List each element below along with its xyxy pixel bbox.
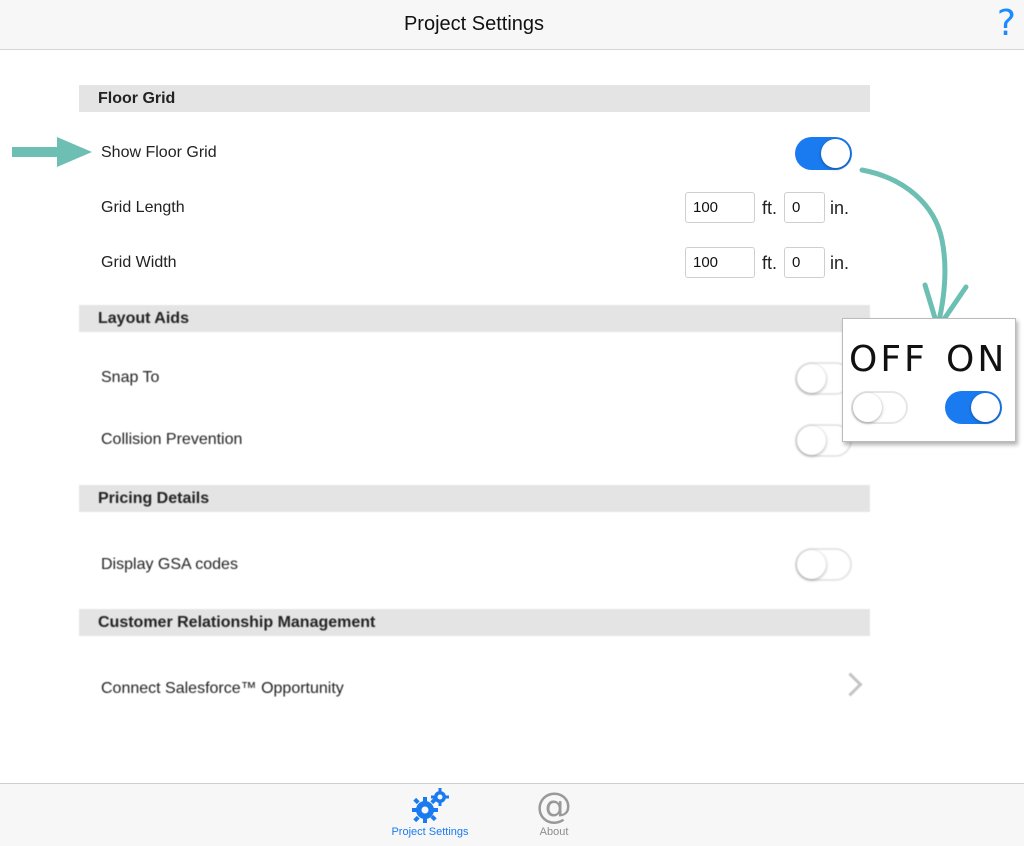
show-floor-grid-label: Show Floor Grid — [101, 144, 217, 161]
connect-salesforce-label[interactable]: Connect Salesforce™ Opportunity — [101, 680, 344, 698]
off-label: OFF — [849, 339, 928, 380]
chevron-right-icon[interactable] — [838, 672, 863, 697]
section-header-crm: Customer Relationship Management — [79, 609, 870, 636]
tab-project-settings[interactable]: Project Settings — [380, 784, 480, 844]
toggle-knob — [797, 426, 826, 455]
section-title: Layout Aids — [98, 310, 189, 327]
grid-length-label: Grid Length — [101, 199, 185, 216]
unit-feet-label: ft. — [762, 253, 778, 273]
toggle-knob — [853, 393, 882, 422]
snap-to-label: Snap To — [101, 369, 160, 386]
grid-length-feet-input[interactable] — [685, 192, 755, 223]
gears-icon — [412, 788, 449, 823]
toggle-knob — [797, 364, 826, 393]
show-floor-grid-toggle[interactable] — [795, 137, 852, 170]
on-toggle-example — [945, 391, 1002, 424]
grid-width-feet-input[interactable] — [685, 247, 755, 278]
section-header-pricing-details: Pricing Details — [79, 485, 870, 512]
off-toggle-example — [851, 391, 908, 424]
section-title: Pricing Details — [98, 490, 210, 507]
unit-inches-label: in. — [830, 253, 850, 273]
help-icon[interactable]: ? — [997, 2, 1016, 46]
on-label: ON — [946, 339, 1008, 380]
display-gsa-codes-label: Display GSA codes — [101, 556, 238, 573]
grid-length-inches-input[interactable] — [784, 192, 825, 223]
tab-label: Project Settings — [391, 826, 469, 838]
section-header-floor-grid: Floor Grid — [79, 85, 870, 112]
page-title: Project Settings — [403, 13, 545, 35]
pointer-arrow-icon — [12, 137, 92, 167]
toggle-knob — [797, 550, 826, 579]
section-title: Customer Relationship Management — [98, 614, 376, 631]
display-gsa-codes-toggle[interactable] — [795, 548, 852, 581]
curved-arrow-icon — [859, 167, 948, 328]
section-title: Floor Grid — [98, 90, 176, 107]
svg-text:@: @ — [536, 787, 572, 825]
section-header-layout-aids: Layout Aids — [79, 305, 870, 332]
unit-feet-label: ft. — [762, 198, 778, 218]
toggle-legend-callout: OFF ON — [842, 318, 1016, 442]
toggle-knob — [971, 393, 1000, 422]
navigation-bar: Project Settings ? — [0, 0, 1024, 50]
tab-about[interactable]: @ About — [504, 784, 604, 844]
unit-inches-label: in. — [830, 198, 850, 218]
tab-label: About — [539, 826, 569, 838]
grid-width-inches-input[interactable] — [784, 247, 825, 278]
collision-prevention-label: Collision Prevention — [101, 431, 243, 448]
tab-bar: Project Settings @ About — [0, 783, 1024, 846]
toggle-knob — [821, 139, 850, 168]
grid-width-label: Grid Width — [101, 254, 177, 271]
at-icon: @ — [536, 787, 572, 825]
